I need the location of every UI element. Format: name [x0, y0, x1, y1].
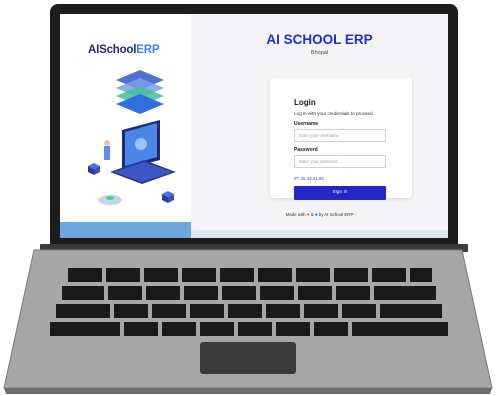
heart-icon: ♥ — [306, 212, 310, 217]
footer-credit: Made with ♥ & ■ by AI School ERP — [191, 212, 448, 217]
logo-school-text: School — [99, 44, 137, 56]
username-input[interactable]: Enter your Username — [294, 129, 386, 142]
password-placeholder: Enter your password — [299, 159, 338, 164]
left-accent-bar — [60, 222, 191, 238]
password-label: Password — [294, 147, 318, 153]
login-subtitle: Log in with your credentials to proceed. — [294, 111, 374, 116]
footer-and: & — [310, 212, 314, 217]
ip-address-text: IP: 45.43.41.92 — [294, 176, 324, 181]
ai-school-erp-logo: AISchoolERP — [88, 44, 159, 56]
book-icon: ■ — [314, 212, 318, 217]
username-label: Username — [294, 121, 319, 127]
password-input[interactable]: Enter your password — [294, 155, 386, 168]
page-title: AI SCHOOL ERP — [266, 32, 373, 47]
base-edge — [4, 388, 492, 394]
person-head — [104, 140, 110, 146]
screen-avatar — [135, 138, 147, 150]
trackpad[interactable] — [200, 342, 296, 374]
logo-erp-text: ERP — [136, 44, 160, 56]
login-card: Login Log in with your credentials to pr… — [270, 78, 412, 200]
footer-made-with: Made with — [285, 212, 306, 217]
laptop-screen: AISchoolERP AI SCHOOL ERP Bhopal Login L… — [60, 14, 448, 238]
laptop-keyboard-base — [3, 249, 493, 394]
disc-light — [106, 196, 114, 200]
right-accent-bar — [191, 230, 448, 238]
person-body — [104, 146, 110, 160]
isometric-laptop-illustration — [88, 70, 176, 205]
logo-ai-text: AI — [88, 44, 100, 56]
footer-by: by AI School ERP — [318, 212, 354, 217]
login-title: Login — [294, 98, 316, 107]
city-subtitle: Bhopal — [310, 50, 329, 56]
sign-in-button[interactable]: Sign In — [294, 186, 386, 200]
username-placeholder: Enter your Username — [299, 133, 339, 138]
